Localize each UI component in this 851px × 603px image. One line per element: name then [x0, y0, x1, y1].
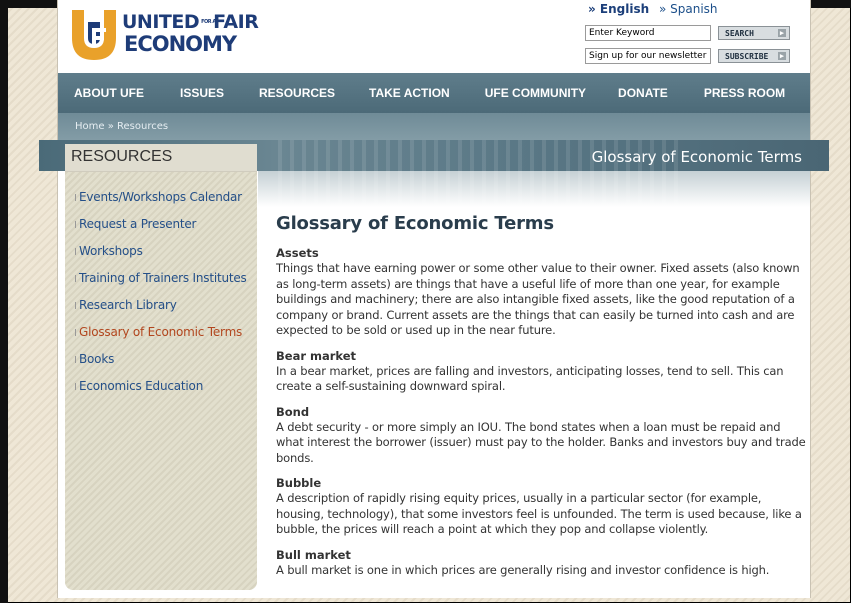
term-name: Assets: [276, 246, 319, 260]
sidebar-item-label: Glossary of Economic Terms: [79, 325, 243, 339]
nav-ufe-community[interactable]: UFE COMMUNITY: [450, 86, 586, 100]
sidebar-title: RESOURCES: [71, 148, 173, 165]
ufe-logo-mark-icon: [72, 10, 116, 60]
sidebar-item-label: Request a Presenter: [79, 217, 197, 231]
nav-press-room[interactable]: PRESS ROOM: [668, 86, 785, 100]
sidebar-item-events-calendar[interactable]: Events/Workshops Calendar: [65, 184, 257, 211]
glossary-term: Bond A debt security - or more simply an…: [276, 405, 806, 467]
main-content: Glossary of Economic Terms Assets Things…: [276, 213, 806, 588]
content-heading: Glossary of Economic Terms: [276, 213, 554, 234]
bullet-icon: [75, 329, 76, 336]
lang-spanish-link[interactable]: » Spanish: [659, 2, 718, 16]
bullet-icon: [75, 383, 76, 390]
sidebar-item-glossary[interactable]: Glossary of Economic Terms: [65, 319, 257, 346]
sidebar-nav: Events/Workshops Calendar Request a Pres…: [65, 184, 257, 400]
header-image-fade: [258, 171, 810, 207]
logo-text-fair: FAIR: [213, 11, 259, 33]
sidebar-item-training-trainers[interactable]: Training of Trainers Institutes: [65, 265, 257, 292]
term-definition: In a bear market, prices are falling and…: [276, 363, 784, 394]
sidebar-item-books[interactable]: Books: [65, 346, 257, 373]
arrow-right-icon: ▶: [778, 52, 786, 60]
newsletter-input[interactable]: [585, 48, 711, 64]
search-button[interactable]: SEARCH ▶: [718, 26, 790, 40]
glossary-term: Assets Things that have earning power or…: [276, 246, 806, 339]
sidebar: RESOURCES Events/Workshops Calendar Requ…: [65, 144, 257, 590]
nav-donate[interactable]: DONATE: [586, 86, 668, 100]
bullet-icon: [75, 194, 76, 201]
search-button-label: SEARCH: [725, 28, 754, 38]
term-definition: A bull market is one in which prices are…: [276, 562, 770, 577]
main-nav: ABOUT UFE ISSUES RESOURCES TAKE ACTION U…: [58, 73, 810, 113]
bullet-icon: [75, 275, 76, 282]
sidebar-item-economics-education[interactable]: Economics Education: [65, 373, 257, 400]
term-definition: Things that have earning power or some o…: [276, 261, 800, 337]
nav-about-ufe[interactable]: ABOUT UFE: [58, 86, 144, 100]
sidebar-item-label: Events/Workshops Calendar: [79, 190, 242, 204]
logo-text-united: UNITED: [122, 11, 200, 33]
page-title-banner: Glossary of Economic Terms: [591, 148, 802, 166]
glossary-term: Bull market A bull market is one in whic…: [276, 548, 806, 579]
breadcrumb[interactable]: Home » Resources: [75, 121, 168, 132]
bullet-icon: [75, 248, 76, 255]
sidebar-item-workshops[interactable]: Workshops: [65, 238, 257, 265]
sidebar-item-label: Research Library: [79, 298, 177, 312]
subscribe-button[interactable]: SUBSCRIBE ▶: [718, 49, 790, 63]
arrow-right-icon: ▶: [778, 29, 786, 37]
term-name: Bear market: [276, 348, 357, 363]
nav-resources[interactable]: RESOURCES: [224, 86, 335, 100]
nav-take-action[interactable]: TAKE ACTION: [335, 86, 450, 100]
lang-english-link[interactable]: » English: [588, 2, 649, 16]
ufe-logo[interactable]: UNITED FOR AFAIR ECONOMY: [70, 8, 260, 62]
sidebar-item-label: Workshops: [79, 244, 143, 258]
glossary-term: Bubble A description of rapidly rising e…: [276, 476, 806, 538]
sidebar-item-request-presenter[interactable]: Request a Presenter: [65, 211, 257, 238]
term-definition: A description of rapidly rising equity p…: [276, 491, 802, 536]
bullet-icon: [75, 302, 76, 309]
term-name: Bull market: [276, 547, 351, 562]
term-name: Bond: [276, 404, 310, 419]
bullet-icon: [75, 221, 76, 228]
logo-text-economy: ECONOMY: [124, 32, 237, 56]
term-definition: A debt security - or more simply an IOU.…: [276, 419, 806, 465]
keyword-search-input[interactable]: [585, 25, 711, 41]
sidebar-item-label: Books: [79, 352, 115, 366]
site-container: UNITED FOR AFAIR ECONOMY » English » Span…: [39, 0, 829, 598]
subscribe-button-label: SUBSCRIBE: [725, 51, 769, 61]
sidebar-item-label: Economics Education: [79, 379, 204, 393]
breadcrumb-bar: Home » Resources: [58, 113, 810, 140]
bullet-icon: [75, 356, 76, 363]
logo-text-for-a: FOR A: [201, 19, 216, 25]
glossary-term: Bear market In a bear market, prices are…: [276, 349, 806, 395]
sidebar-item-label: Training of Trainers Institutes: [79, 271, 247, 285]
language-switcher: » English » Spanish: [588, 2, 724, 16]
term-name: Bubble: [276, 476, 322, 490]
sidebar-item-research-library[interactable]: Research Library: [65, 292, 257, 319]
left-edge: [0, 0, 8, 603]
sidebar-header: RESOURCES: [65, 144, 257, 172]
nav-issues[interactable]: ISSUES: [144, 86, 224, 100]
